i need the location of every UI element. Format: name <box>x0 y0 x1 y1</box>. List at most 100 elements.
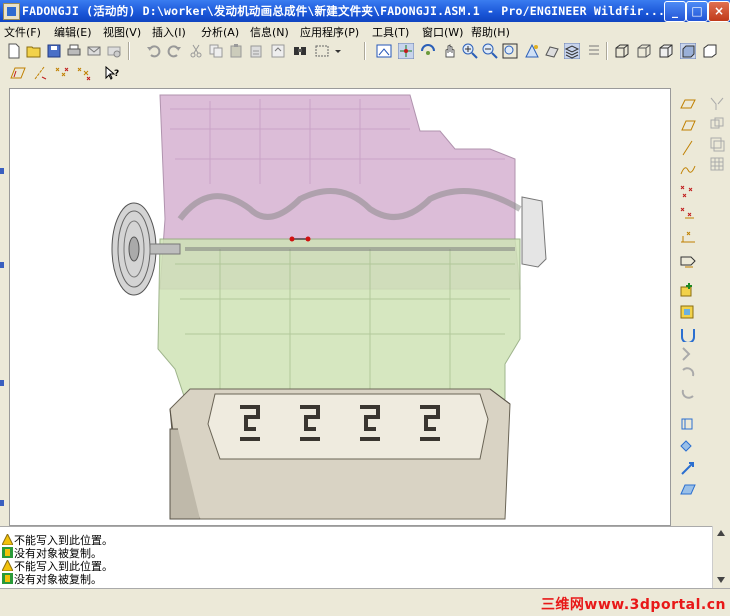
open-folder-icon[interactable] <box>26 43 42 59</box>
menu-help[interactable]: 帮助(H) <box>471 24 510 40</box>
menu-tools[interactable]: 工具(T) <box>372 24 409 40</box>
assembly-pattern-icon[interactable] <box>679 346 697 362</box>
left-edge-marker <box>0 168 4 174</box>
regenerate-icon[interactable] <box>270 43 286 59</box>
menu-file[interactable]: 文件(F) <box>4 24 41 40</box>
select-box-icon[interactable] <box>314 43 330 59</box>
orient-mode-icon[interactable] <box>420 43 436 59</box>
cutout-icon[interactable] <box>679 416 697 432</box>
scroll-up-icon[interactable] <box>716 529 726 537</box>
offset-point-icon[interactable] <box>679 206 697 222</box>
create-component-icon[interactable] <box>679 304 697 320</box>
coord-system-icon[interactable] <box>679 228 697 244</box>
zoom-in-icon[interactable] <box>462 43 478 59</box>
info-icon <box>2 573 13 584</box>
mirror-icon[interactable] <box>679 366 697 382</box>
analysis-icon[interactable] <box>679 254 697 270</box>
message-text: 没有对象被复制。 <box>14 573 102 586</box>
info-icon <box>2 547 13 558</box>
email-icon[interactable] <box>86 43 102 59</box>
menu-info[interactable]: 信息(N) <box>250 24 289 40</box>
filter-icon[interactable] <box>709 96 725 112</box>
zoom-out-icon[interactable] <box>482 43 498 59</box>
status-bar: 三维网www.3dportal.cn <box>0 588 730 616</box>
merge-icon[interactable] <box>679 386 697 402</box>
datum-plane-icon[interactable] <box>679 96 697 112</box>
add-component-icon[interactable] <box>679 282 697 298</box>
menu-view[interactable]: 视图(V) <box>103 24 141 40</box>
warning-icon <box>2 534 13 545</box>
graphics-window[interactable] <box>9 88 671 526</box>
copy-feature-icon[interactable] <box>709 136 725 152</box>
wireframe-icon[interactable] <box>614 43 630 59</box>
refit-icon[interactable] <box>502 43 518 59</box>
package-icon[interactable] <box>679 326 697 342</box>
datum-axis-display-icon[interactable] <box>32 65 48 81</box>
context-help-icon[interactable]: ? <box>104 65 120 81</box>
model-tree-icon[interactable] <box>586 43 602 59</box>
minimize-button[interactable]: _ <box>664 1 686 22</box>
datum-axis-icon[interactable] <box>679 118 697 134</box>
pan-icon[interactable] <box>442 43 458 59</box>
repeat-icon[interactable] <box>679 460 697 476</box>
maximize-glyph: □ <box>691 4 703 18</box>
toolbar-main <box>0 40 730 62</box>
chevron-down-icon[interactable] <box>334 43 342 59</box>
undo-icon[interactable] <box>146 43 162 59</box>
email-attach-icon[interactable] <box>106 43 122 59</box>
coord-sys-display-icon[interactable] <box>76 65 92 81</box>
left-edge-marker <box>0 380 4 386</box>
message-line: 没有对象被复制。 <box>2 545 102 560</box>
menu-insert[interactable]: 插入(I) <box>152 24 186 40</box>
menu-edit[interactable]: 编辑(E) <box>54 24 92 40</box>
close-glyph: × <box>713 4 725 18</box>
group-icon[interactable] <box>709 116 725 132</box>
saved-views-icon[interactable] <box>544 43 560 59</box>
copy-icon[interactable] <box>208 43 224 59</box>
save-icon[interactable] <box>46 43 62 59</box>
new-file-icon[interactable] <box>6 43 22 59</box>
restructure-icon[interactable] <box>679 438 697 454</box>
datum-plane-display-icon[interactable] <box>10 65 26 81</box>
right-toolbar <box>674 88 704 526</box>
repaint-icon[interactable] <box>376 43 392 59</box>
cut-icon[interactable] <box>188 43 204 59</box>
menu-window[interactable]: 窗口(W) <box>422 24 463 40</box>
datum-point-display-icon[interactable] <box>54 65 70 81</box>
engine-assembly-model[interactable] <box>10 89 671 526</box>
find-icon[interactable] <box>292 43 308 59</box>
reorient-icon[interactable] <box>524 43 540 59</box>
sketched-curve-icon[interactable] <box>679 162 697 178</box>
paste-icon[interactable] <box>228 43 244 59</box>
maximize-button[interactable]: □ <box>686 1 708 22</box>
message-scrollbar[interactable] <box>712 526 729 588</box>
scroll-down-icon[interactable] <box>716 576 726 584</box>
print-icon[interactable] <box>66 43 82 59</box>
oil-pan[interactable] <box>169 388 511 520</box>
close-button[interactable]: × <box>708 1 730 22</box>
flexible-icon[interactable] <box>679 482 697 498</box>
watermark: 三维网www.3dportal.cn <box>540 597 726 613</box>
datum-icon[interactable] <box>702 43 718 59</box>
hidden-line-icon[interactable] <box>636 43 652 59</box>
datum-curve-icon[interactable] <box>679 140 697 156</box>
message-line: 不能写入到此位置。 <box>2 532 113 547</box>
left-edge-marker <box>0 262 4 268</box>
no-hidden-icon[interactable] <box>658 43 674 59</box>
app-icon[interactable] <box>3 3 20 20</box>
redo-icon[interactable] <box>166 43 182 59</box>
warning-icon <box>2 560 13 571</box>
message-area: 不能写入到此位置。 没有对象被复制。 不能写入到此位置。 没有对象被复制。 <box>0 526 712 589</box>
menu-applications[interactable]: 应用程序(P) <box>300 24 359 40</box>
spin-center-icon[interactable] <box>398 43 414 59</box>
window-title: FADONGJI (活动的) D:\worker\发动机动画总成件\新建文件夹\… <box>22 4 666 18</box>
shading-icon[interactable] <box>680 43 696 59</box>
toolbar-separator <box>364 42 366 60</box>
layers-icon[interactable] <box>564 43 580 59</box>
menu-analysis[interactable]: 分析(A) <box>201 24 239 40</box>
grid-icon[interactable] <box>709 156 725 172</box>
message-line: 没有对象被复制。 <box>2 571 102 586</box>
engine-block <box>157 238 521 400</box>
paste-special-icon[interactable] <box>248 43 264 59</box>
datum-point-icon[interactable] <box>679 184 697 200</box>
